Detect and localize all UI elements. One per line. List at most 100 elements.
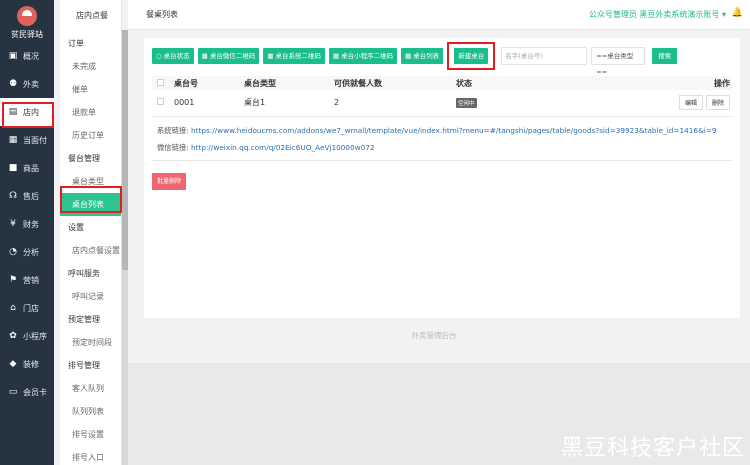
page-title: 餐桌列表 bbox=[146, 10, 178, 19]
subnav-item[interactable]: 队列列表 bbox=[60, 400, 121, 423]
flag-icon: ⚑ bbox=[8, 274, 18, 285]
watermark: 黑豆科技客户社区 bbox=[560, 436, 745, 461]
subnav-group: 订单 bbox=[68, 39, 84, 48]
content-card: ○ 桌台状态 ▦ 桌台微信二维码 ▦ 桌台系统二维码 ▦ 桌台小程序二维码 ▦ 桌台列表 新建桌台… bbox=[144, 38, 740, 318]
subnav-item[interactable]: 未完成 bbox=[60, 55, 121, 78]
nav-item-label: 外卖 bbox=[23, 79, 39, 89]
pay-icon: ▦ bbox=[8, 134, 18, 145]
chart-icon: ◔ bbox=[9, 246, 17, 257]
scrollbar-thumb[interactable] bbox=[122, 30, 128, 270]
bell-icon[interactable]: 🔔 bbox=[732, 8, 743, 18]
primary-sidebar: 贫民驿站 ▣ 概况 ⚉ 外卖 ▤ 店内 ▦ 当面付 ■ 商品 ☊ 售后 ¥ 财务 ◔ 分析 ⚑ 营销 ⌂ 门店 ✿ 小程序… bbox=[0, 0, 54, 465]
nav-item-6[interactable]: ¥ 财务 bbox=[0, 210, 54, 238]
nav-item-10[interactable]: ✿ 小程序 bbox=[0, 322, 54, 350]
subnav-item[interactable]: 呼叫记录 bbox=[60, 285, 121, 308]
nav-item-5[interactable]: ☊ 售后 bbox=[0, 182, 54, 210]
shop-icon: ⌂ bbox=[10, 302, 16, 313]
nav-item-label: 门店 bbox=[23, 303, 39, 313]
nav-item-3[interactable]: ▦ 当面付 bbox=[0, 126, 54, 154]
toolbar-button-0[interactable]: ○ 桌台状态 bbox=[152, 48, 194, 64]
qrcode-icon: ▦ bbox=[201, 52, 208, 60]
secondary-sidebar-title: 店内点餐 bbox=[76, 11, 108, 20]
wechat-link-line: 微信链接: http://weixin.qq.com/q/02Eic6UO_Ae… bbox=[157, 143, 375, 153]
toolbar-button-1[interactable]: ▦ 桌台微信二维码 bbox=[197, 48, 260, 64]
nav-item-7[interactable]: ◔ 分析 bbox=[0, 238, 54, 266]
headset-icon: ☊ bbox=[9, 190, 17, 201]
subnav-item[interactable]: 预定时间段 bbox=[60, 331, 121, 354]
system-link-line: 系统链接: https://www.heidoucms.com/addons/w… bbox=[157, 126, 717, 136]
square-icon: ▣ bbox=[8, 50, 18, 61]
toolbar-button-label: 桌台小程序二维码 bbox=[341, 52, 394, 60]
nav-item-label: 当面付 bbox=[23, 135, 47, 145]
nav-item-9[interactable]: ⌂ 门店 bbox=[0, 294, 54, 322]
list-icon: ▦ bbox=[405, 52, 412, 60]
nav-item-0[interactable]: ▣ 概况 bbox=[0, 42, 54, 70]
cell-people: 2 bbox=[334, 90, 456, 117]
nav-item-label: 小程序 bbox=[23, 331, 47, 341]
wechat-link-label: 微信链接: bbox=[157, 143, 189, 152]
account-name: 公众号管理员 黑豆外卖系统演示账号 bbox=[588, 10, 720, 19]
nav-item-11[interactable]: ◆ 装修 bbox=[0, 350, 54, 378]
nav-item-label: 会员卡 bbox=[23, 387, 47, 397]
subnav-item[interactable]: 历史订单 bbox=[60, 124, 121, 147]
nav-item-12[interactable]: ▭ 会员卡 bbox=[0, 378, 54, 406]
nav-item-label: 营销 bbox=[23, 275, 39, 285]
nav-item-label: 商品 bbox=[23, 163, 39, 173]
col-header-actions: 操作 bbox=[606, 76, 732, 90]
subnav-item[interactable]: 排号设置 bbox=[60, 423, 121, 446]
subnav-group: 排号管理 bbox=[68, 361, 100, 370]
col-header-status: 状态 bbox=[456, 76, 606, 90]
nav-item-1[interactable]: ⚉ 外卖 bbox=[0, 70, 54, 98]
highlight-nav2-active bbox=[60, 186, 122, 213]
delete-button[interactable]: 删除 bbox=[705, 95, 730, 111]
col-header-no: 桌台号 bbox=[174, 76, 244, 90]
toolbar-button-2[interactable]: ▦ 桌台系统二维码 bbox=[263, 48, 325, 64]
account-menu[interactable]: 公众号管理员 黑豆外卖系统演示账号 ▾ bbox=[589, 9, 726, 20]
col-header-people: 可供就餐人数 bbox=[334, 76, 456, 90]
subnav-item[interactable]: 催单 bbox=[60, 78, 121, 101]
chevron-down-icon: ▾ bbox=[721, 10, 726, 19]
status-badge: 空闲中 bbox=[456, 97, 477, 108]
subnav-item[interactable]: 退款单 bbox=[60, 101, 121, 124]
nav-item-4[interactable]: ■ 商品 bbox=[0, 154, 54, 182]
row-checkbox[interactable] bbox=[157, 98, 164, 106]
toolbar-button-4[interactable]: ▦ 桌台列表 bbox=[401, 48, 444, 64]
nav-item-label: 概况 bbox=[23, 51, 39, 61]
edit-button[interactable]: 编辑 bbox=[678, 95, 703, 111]
brand: 贫民驿站 bbox=[0, 0, 54, 42]
wechat-link[interactable]: http://weixin.qq.com/q/02Eic6UO_AeVj1000… bbox=[191, 143, 375, 152]
search-button[interactable]: 搜索 bbox=[652, 48, 678, 64]
new-table-button[interactable]: 新建桌台 bbox=[454, 48, 489, 64]
subnav-item[interactable]: 店内点餐设置 bbox=[60, 239, 121, 262]
toolbar: ○ 桌台状态 ▦ 桌台微信二维码 ▦ 桌台系统二维码 ▦ 桌台小程序二维码 ▦ 桌台列表 新建桌台… bbox=[152, 42, 681, 76]
nav-item-8[interactable]: ⚑ 营销 bbox=[0, 266, 54, 294]
toolbar-button-3[interactable]: ▦ 桌台小程序二维码 bbox=[328, 48, 398, 64]
search-input[interactable]: 名字(桌台号) bbox=[501, 47, 588, 65]
select-all-checkbox[interactable] bbox=[157, 78, 164, 86]
store-logo bbox=[17, 6, 37, 26]
subnav-item[interactable]: 客人队列 bbox=[60, 377, 121, 400]
subnav-group: 设置 bbox=[68, 223, 84, 232]
cell-table-type: 桌台1 bbox=[244, 90, 334, 117]
system-link-label: 系统链接: bbox=[157, 126, 189, 135]
new-table-highlight: 新建桌台 bbox=[447, 42, 496, 70]
drop-icon: ◆ bbox=[9, 358, 17, 369]
circle-icon: ○ bbox=[156, 52, 162, 60]
batch-delete-button[interactable]: 批量删除 bbox=[152, 173, 187, 190]
subnav-group: 预定管理 bbox=[68, 315, 100, 324]
qrcode-icon: ▦ bbox=[267, 52, 274, 60]
system-link[interactable]: https://www.heidoucms.com/addons/we7_wma… bbox=[191, 126, 717, 135]
toolbar-button-label: 桌台列表 bbox=[413, 52, 440, 60]
bike-icon: ⚉ bbox=[8, 78, 18, 89]
miniapp-icon: ✿ bbox=[9, 330, 17, 341]
table-header-row: 桌台号 桌台类型 可供就餐人数 状态 操作 bbox=[152, 76, 732, 90]
table-row: 0001 桌台1 2 空闲中 编辑 删除 bbox=[152, 90, 732, 117]
nav-item-label: 售后 bbox=[23, 191, 39, 201]
top-bar: 餐桌列表 公众号管理员 黑豆外卖系统演示账号 ▾ 🔔 bbox=[128, 0, 750, 30]
subnav-item[interactable]: 排号入口 bbox=[60, 446, 121, 465]
toolbar-button-label: 桌台微信二维码 bbox=[209, 52, 256, 60]
toolbar-button-label: 桌台状态 bbox=[163, 52, 190, 60]
table-type-select[interactable]: ==桌台类型== bbox=[591, 47, 646, 76]
qrcode-icon: ▦ bbox=[332, 52, 340, 60]
brand-name: 贫民驿站 bbox=[11, 30, 43, 39]
